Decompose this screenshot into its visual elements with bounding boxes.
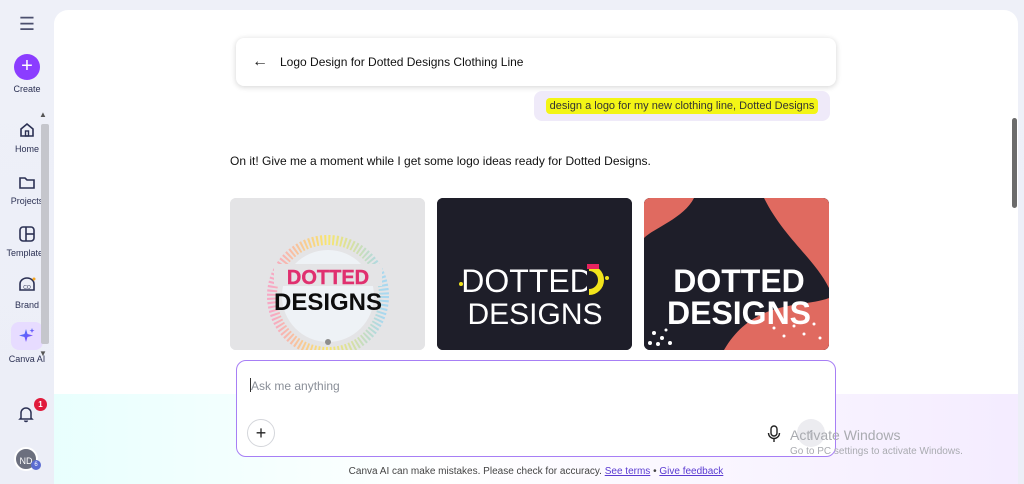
back-arrow-icon[interactable]: ← xyxy=(252,54,268,70)
create-button[interactable]: + xyxy=(14,54,40,80)
logo-preview-1: DOTTED DESIGNS xyxy=(230,198,425,350)
content-scrollbar[interactable] xyxy=(1012,118,1017,208)
activate-windows-subtitle: Go to PC settings to activate Windows. xyxy=(790,446,963,457)
give-feedback-link[interactable]: Give feedback xyxy=(659,466,723,477)
logo-1-line2: DESIGNS xyxy=(274,289,382,316)
activate-windows-title: Activate Windows xyxy=(790,427,901,443)
chat-input-box[interactable]: Ask me anything + ↑ xyxy=(236,360,836,457)
home-icon xyxy=(20,122,34,137)
sidebar-item-label: Brand xyxy=(14,300,40,310)
logo-option-2[interactable]: DOTTED DESIGNS xyxy=(437,198,632,350)
add-attachment-button[interactable]: + xyxy=(247,419,275,447)
logo-preview-2: DOTTED DESIGNS xyxy=(437,198,632,350)
brand-icon: CO xyxy=(19,277,36,291)
microphone-icon[interactable] xyxy=(767,425,781,443)
logo-2-line2: DESIGNS xyxy=(467,298,602,331)
logo-1-line1: DOTTED xyxy=(287,267,369,289)
create-label: Create xyxy=(13,84,41,94)
logo-3-line1: DOTTED xyxy=(673,263,805,299)
user-message: design a logo for my new clothing line, … xyxy=(534,91,830,121)
rail-scrollbar[interactable]: ▲ ▼ xyxy=(38,110,50,358)
notification-badge: 1 xyxy=(34,398,47,411)
logo-preview-3: DOTTED DESIGNS xyxy=(644,198,829,350)
folder-icon xyxy=(19,177,35,189)
template-icon xyxy=(19,226,35,242)
scroll-thumb[interactable] xyxy=(41,124,49,344)
logo-3-line2: DESIGNS xyxy=(667,295,811,331)
chevron-right-icon[interactable]: › xyxy=(820,288,825,304)
user-message-text: design a logo for my new clothing line, … xyxy=(545,98,819,114)
chat-input[interactable]: Ask me anything xyxy=(251,379,340,393)
logo-option-3[interactable]: DOTTED DESIGNS xyxy=(644,198,829,350)
main-panel: ← Logo Design for Dotted Designs Clothin… xyxy=(54,10,1018,484)
avatar-badge: 6 xyxy=(31,460,41,470)
disclaimer: Canva AI can make mistakes. Please check… xyxy=(54,466,1018,477)
scroll-down-icon[interactable]: ▼ xyxy=(39,349,47,358)
svg-text:CO: CO xyxy=(23,285,31,291)
sidebar-item-label: Home xyxy=(14,144,39,154)
logo-option-1[interactable]: DOTTED DESIGNS xyxy=(230,198,425,350)
hamburger-menu-icon[interactable]: ☰ xyxy=(17,14,37,34)
scroll-up-icon[interactable]: ▲ xyxy=(39,110,47,119)
notifications-button[interactable] xyxy=(16,404,36,429)
ai-message: On it! Give me a moment while I get some… xyxy=(230,154,651,168)
sparkle-icon xyxy=(19,328,35,342)
see-terms-link[interactable]: See terms xyxy=(605,466,651,477)
chat-header: ← Logo Design for Dotted Designs Clothin… xyxy=(236,38,836,86)
logo-2-line1: DOTTED xyxy=(461,263,593,299)
disclaimer-text: Canva AI can make mistakes. Please check… xyxy=(348,466,602,477)
footer-separator: • xyxy=(653,466,657,477)
page-title: Logo Design for Dotted Designs Clothing … xyxy=(280,55,524,69)
bell-icon xyxy=(18,407,34,423)
